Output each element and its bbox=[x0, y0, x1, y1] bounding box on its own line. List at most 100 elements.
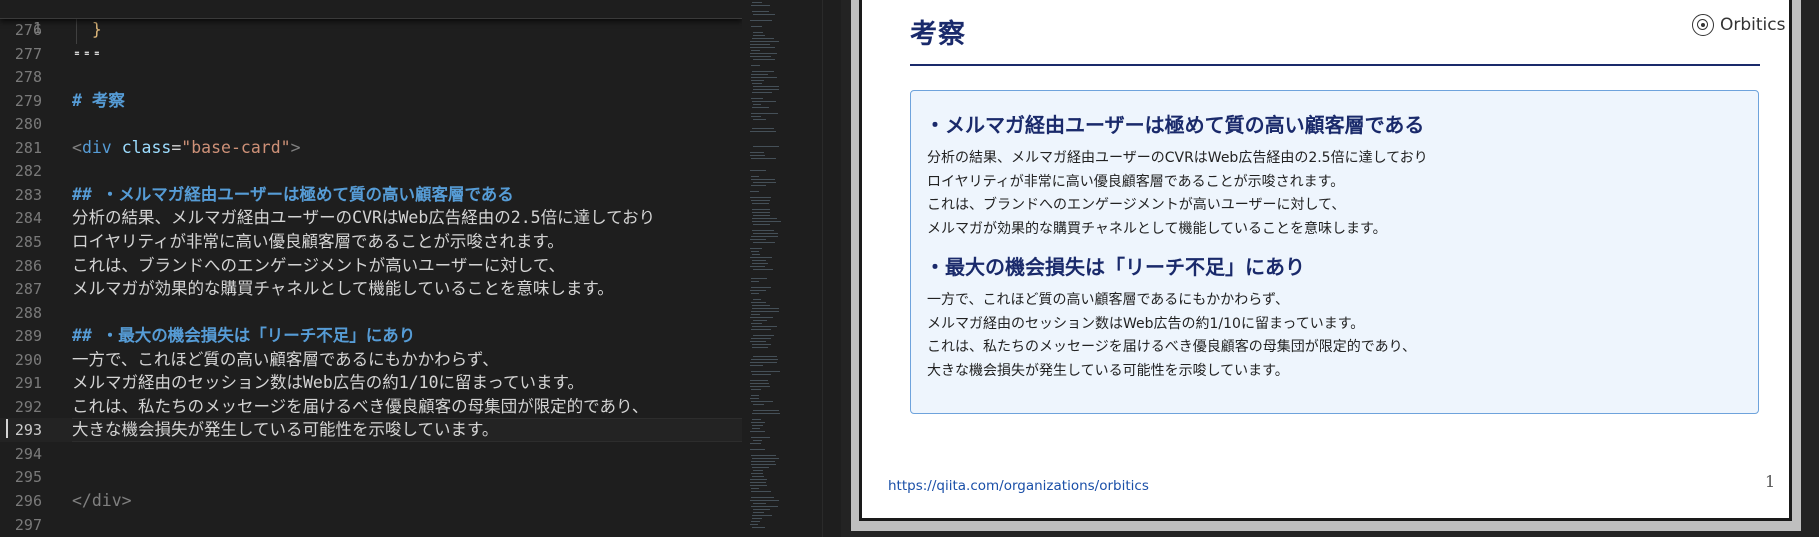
code-line[interactable]: 287 メルマガが効果的な購買チャネルとして機能していることを意味します。 bbox=[0, 277, 742, 301]
minimap-line bbox=[751, 65, 760, 66]
minimap[interactable] bbox=[748, 0, 822, 537]
minimap-line bbox=[753, 503, 766, 504]
minimap-line bbox=[752, 347, 768, 348]
minimap-line bbox=[750, 365, 763, 366]
minimap-line bbox=[750, 482, 766, 483]
line-text: <div class="base-card"> bbox=[72, 136, 301, 160]
minimap-line bbox=[752, 260, 766, 261]
minimap-line bbox=[750, 380, 768, 381]
line-number: 280 bbox=[14, 115, 42, 134]
paragraph-line: 分析の結果、メルマガ経由ユーザーのCVRはWeb広告経由の2.5倍に達しており bbox=[927, 150, 1428, 166]
minimap-line bbox=[751, 176, 759, 177]
minimap-line bbox=[751, 455, 776, 456]
line-number: 291 bbox=[14, 374, 42, 393]
minimap-line bbox=[750, 290, 766, 291]
minimap-line bbox=[750, 191, 759, 192]
code-line[interactable]: 296 </div> bbox=[0, 489, 742, 513]
minimap-line bbox=[751, 281, 759, 282]
sticky-scroll-header[interactable]: 1 --- bbox=[0, 0, 742, 61]
slide-preview-pane[interactable]: 考察 Orbitics ・メルマガ経由ユーザーは極めて質の高い顧客層である 分析… bbox=[840, 0, 1819, 537]
minimap-line bbox=[752, 428, 760, 429]
minimap-line bbox=[752, 308, 779, 309]
line-number: 288 bbox=[14, 303, 42, 322]
code-line[interactable]: 283 ## ・メルマガ経由ユーザーは極めて質の高い顧客層である bbox=[0, 183, 742, 207]
minimap-line bbox=[753, 59, 775, 60]
minimap-line bbox=[751, 185, 766, 186]
code-line[interactable]: 282 bbox=[0, 159, 742, 183]
minimap-line bbox=[750, 449, 765, 450]
minimap-line bbox=[751, 437, 770, 438]
minimap-line bbox=[750, 485, 767, 486]
code-line[interactable]: 279 # 考察 bbox=[0, 89, 742, 113]
minimap-line bbox=[752, 212, 770, 213]
minimap-line bbox=[752, 467, 769, 468]
minimap-line bbox=[750, 257, 772, 258]
minimap-line bbox=[752, 71, 774, 72]
code-line[interactable]: 280 bbox=[0, 112, 742, 136]
line-number: 293 bbox=[14, 421, 42, 440]
minimap-line bbox=[751, 323, 762, 324]
code-line[interactable]: 294 bbox=[0, 442, 742, 466]
minimap-line bbox=[751, 179, 775, 180]
minimap-line bbox=[751, 401, 773, 402]
code-line[interactable]: 281 <div class="base-card"> bbox=[0, 136, 742, 160]
line-text: メルマガが効果的な購買チャネルとして機能していることを意味します。 bbox=[72, 279, 614, 299]
code-line[interactable]: 286 これは、ブランドへのエンゲージメントが高いユーザーに対して、 bbox=[0, 254, 742, 278]
code-line[interactable]: 277 --- bbox=[0, 42, 742, 66]
minimap-line bbox=[752, 413, 780, 414]
code-line[interactable]: 288 bbox=[0, 301, 742, 325]
code-line[interactable]: 278 bbox=[0, 65, 742, 89]
code-line[interactable]: 292 これは、私たちのメッセージを届けるべき優良顧客の母集団が限定的であり、 bbox=[0, 395, 742, 419]
line-number: 285 bbox=[14, 232, 42, 251]
code-line[interactable]: 289 ## ・最大の機会損失は「リーチ不足」にあり bbox=[0, 324, 742, 348]
minimap-line bbox=[751, 200, 770, 201]
line-text: </div> bbox=[72, 491, 132, 510]
line-number: 289 bbox=[14, 327, 42, 346]
code-editor[interactable]: 1 --- 276 } 277 --- 278 279 # 考察 280 281 <div cl… bbox=[0, 0, 742, 537]
minimap-line bbox=[752, 11, 769, 12]
line-text: ## ・メルマガ経由ユーザーは極めて質の高い顧客層である bbox=[72, 184, 514, 204]
code-line[interactable]: 297 bbox=[0, 513, 742, 537]
sticky-line[interactable]: 1 --- bbox=[0, 0, 742, 61]
minimap-line bbox=[750, 248, 762, 249]
minimap-line bbox=[753, 512, 764, 513]
code-line[interactable]: 276 } bbox=[0, 18, 742, 42]
minimap-line bbox=[750, 386, 770, 387]
minimap-line bbox=[751, 116, 761, 117]
logo: Orbitics bbox=[1692, 14, 1785, 36]
minimap-line bbox=[751, 314, 760, 315]
line-number: 292 bbox=[14, 397, 42, 416]
minimap-line bbox=[753, 440, 762, 441]
code-line-current[interactable]: 293 大きな機会損失が発生している可能性を示唆しています。 bbox=[0, 418, 742, 443]
code-line[interactable]: 285 ロイヤリティが非常に高い優良顧客層であることが示唆されます。 bbox=[0, 230, 742, 254]
line-number: 295 bbox=[14, 468, 42, 487]
minimap-line bbox=[752, 101, 776, 102]
code-line[interactable]: 291 メルマガ経由のセッション数はWeb広告の約1/10に留まっています。 bbox=[0, 371, 742, 395]
minimap-line bbox=[751, 389, 761, 390]
minimap-line bbox=[751, 491, 771, 492]
minimap-line bbox=[753, 320, 767, 321]
paragraph-line: 一方で、これほど質の高い顧客層であるにもかかわらず、 bbox=[927, 292, 1290, 308]
code-line[interactable]: 295 bbox=[0, 465, 742, 489]
section-heading: ・最大の機会損失は「リーチ不足」にあり bbox=[925, 255, 1305, 279]
code-line[interactable]: 284 分析の結果、メルマガ経由ユーザーのCVRはWeb広告経由の2.5倍に達して… bbox=[0, 206, 742, 230]
minimap-line bbox=[753, 32, 763, 33]
footer-link[interactable]: https://qiita.com/organizations/orbitics bbox=[888, 478, 1149, 494]
code-line[interactable]: 290 一方で、これほど質の高い顧客層であるにもかかわらず、 bbox=[0, 348, 742, 372]
minimap-line bbox=[753, 14, 775, 15]
line-text: これは、ブランドへのエンゲージメントが高いユーザーに対して、 bbox=[72, 255, 566, 275]
minimap-line bbox=[750, 56, 771, 57]
minimap-line bbox=[751, 329, 771, 330]
minimap-line bbox=[751, 338, 771, 339]
paragraph-line: メルマガ経由のセッション数はWeb広告の約1/10に留まっています。 bbox=[927, 315, 1365, 332]
editor-scrollbar[interactable] bbox=[822, 0, 841, 537]
line-number: 287 bbox=[14, 280, 42, 299]
minimap-line bbox=[751, 278, 767, 279]
token-value: "base-card" bbox=[181, 137, 291, 157]
line-number: 284 bbox=[14, 209, 42, 228]
minimap-line bbox=[753, 233, 778, 234]
minimap-line bbox=[750, 20, 772, 21]
minimap-line bbox=[750, 362, 777, 363]
line-number: 279 bbox=[14, 91, 42, 110]
minimap-line bbox=[750, 44, 770, 45]
